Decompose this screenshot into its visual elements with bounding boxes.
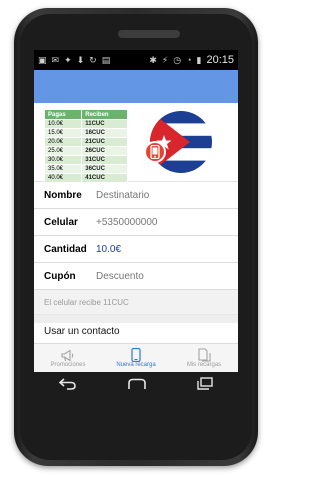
- twitter-icon: ✦: [64, 54, 72, 65]
- table-row: 15.0€ 16CUC: [43, 128, 128, 138]
- phone-number-field[interactable]: Celular +5350000000: [34, 209, 238, 236]
- tab-promociones[interactable]: Promociones: [34, 344, 102, 372]
- phone-number-label: Celular: [44, 216, 78, 228]
- email-icon: ✉: [51, 54, 60, 65]
- pay-cell: 35.0€: [43, 164, 83, 174]
- receive-cell: 26CUC: [81, 146, 128, 156]
- download-icon: ⬇: [76, 54, 85, 65]
- screen: ▣ ✉ ✦ ⬇ ↻ ▤ ✱ ⚡ ◷ ◔ ▮ 20:15 Pagas Recibe…: [34, 50, 238, 372]
- wifi-icon: ◔: [186, 55, 192, 65]
- tab-mis-recargas[interactable]: Mis recargas: [170, 344, 238, 372]
- receive-info-text: El celular recibe 11CUC: [34, 290, 238, 315]
- coupon-field[interactable]: Cupón Descuento: [34, 263, 238, 290]
- coupon-label: Cupón: [44, 270, 76, 282]
- recipient-name-field[interactable]: Nombre Destinatario: [34, 182, 238, 209]
- rates-header-reciben: Reciben: [81, 109, 128, 120]
- speaker-grille: [118, 30, 180, 38]
- documents-icon: [197, 348, 211, 362]
- tab-mis-recargas-label: Mis recargas: [186, 362, 222, 368]
- app-bar: [34, 70, 238, 103]
- tab-promociones-label: Promociones: [50, 362, 86, 368]
- mobile-phone-icon: [144, 141, 166, 163]
- notification-icons: ▣ ✉ ✦ ⬇ ↻ ▤: [38, 55, 110, 66]
- recent-apps-icon[interactable]: [196, 376, 214, 396]
- amount-value[interactable]: 10.0€: [96, 244, 121, 255]
- image-icon: ▣: [38, 54, 47, 65]
- pay-cell: 20.0€: [43, 137, 83, 147]
- megaphone-icon: [61, 348, 75, 362]
- phone-icon: [131, 348, 141, 362]
- receive-cell: 36CUC: [81, 164, 128, 174]
- pay-cell: 25.0€: [43, 146, 83, 156]
- back-icon[interactable]: [58, 377, 78, 395]
- bluetooth-icon: ✱: [149, 54, 157, 65]
- tab-nueva-recarga[interactable]: Nueva recarga: [102, 344, 170, 372]
- receive-cell: 31CUC: [81, 155, 128, 165]
- receive-cell: 11CUC: [81, 119, 128, 129]
- clock: 20:15: [206, 54, 234, 66]
- battery-icon: ▮: [196, 54, 202, 65]
- amount-field[interactable]: Cantidad 10.0€: [34, 236, 238, 263]
- table-row: 20.0€ 21CUC: [43, 137, 128, 147]
- media-icon: ▤: [101, 54, 111, 65]
- section-divider: [34, 315, 238, 323]
- home-icon[interactable]: [126, 377, 148, 395]
- receive-cell: 16CUC: [81, 128, 128, 138]
- system-icons: ✱ ⚡ ◷ ◔ ▮ 20:15: [149, 54, 234, 66]
- pay-cell: 10.0€: [43, 119, 83, 129]
- alarm-icon: ◷: [173, 54, 182, 65]
- bottom-navigation: Promociones Nueva recarga Mis recargas: [34, 343, 238, 372]
- system-navigation-bar: [34, 374, 238, 398]
- rates-header-pagas: Pagas: [43, 109, 83, 120]
- table-row: 35.0€ 36CUC: [43, 164, 128, 174]
- receive-cell: 41CUC: [81, 173, 128, 183]
- rates-banner: Pagas Reciben 10.0€ 11CUC 15.0€ 16CUC 20.0…: [34, 103, 238, 183]
- tab-nueva-recarga-label: Nueva recarga: [116, 362, 156, 368]
- pay-cell: 40.0€: [43, 173, 83, 183]
- table-row: 10.0€ 11CUC: [43, 119, 128, 129]
- receive-cell: 21CUC: [81, 137, 128, 147]
- rates-header-row: Pagas Reciben: [43, 109, 128, 120]
- recipient-name-input[interactable]: Destinatario: [96, 190, 149, 201]
- use-contact-link[interactable]: Usar un contacto: [34, 323, 238, 337]
- recipient-name-label: Nombre: [44, 189, 82, 201]
- activity-icon: ⚡: [161, 54, 169, 65]
- table-row: 30.0€ 31CUC: [43, 155, 128, 165]
- status-bar: ▣ ✉ ✦ ⬇ ↻ ▤ ✱ ⚡ ◷ ◔ ▮ 20:15: [34, 50, 238, 70]
- table-row: 40.0€ 41CUC: [43, 173, 128, 183]
- sync-icon: ↻: [89, 54, 97, 65]
- pay-cell: 30.0€: [43, 155, 83, 165]
- phone-number-input[interactable]: +5350000000: [96, 217, 157, 228]
- table-row: 25.0€ 26CUC: [43, 146, 128, 156]
- amount-label: Cantidad: [44, 243, 87, 255]
- rates-table: Pagas Reciben 10.0€ 11CUC 15.0€ 16CUC 20.0…: [43, 109, 128, 183]
- pay-cell: 15.0€: [43, 128, 83, 138]
- coupon-input[interactable]: Descuento: [96, 271, 144, 282]
